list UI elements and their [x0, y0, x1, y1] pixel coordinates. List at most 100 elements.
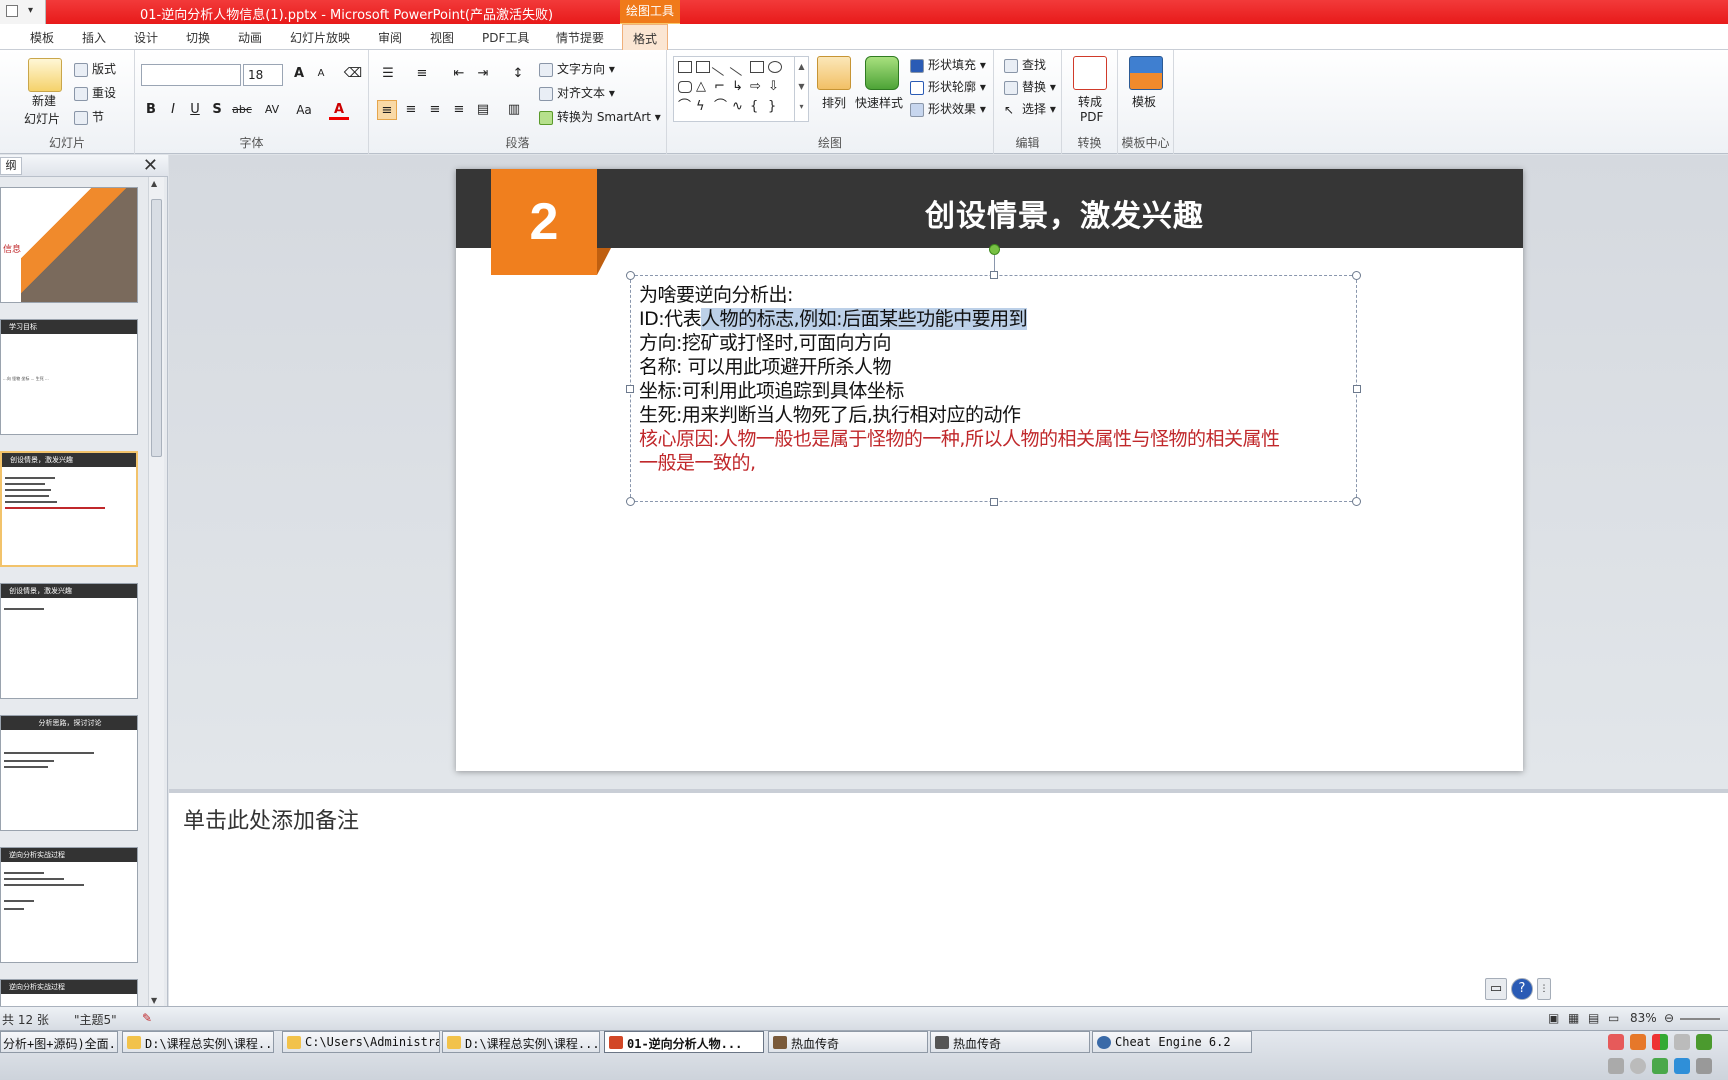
app-icon[interactable]	[6, 5, 18, 17]
tab-insert[interactable]: 插入	[82, 29, 106, 46]
grow-font-button[interactable]: A	[289, 64, 309, 84]
tray-icon-9[interactable]	[1674, 1058, 1690, 1074]
tray-icon-2[interactable]	[1630, 1034, 1646, 1050]
slide-thumbnail-2[interactable]: 学习目标 ...向 怪物 坐标 ... 生死 ...	[0, 319, 138, 435]
resize-handle-t[interactable]	[990, 271, 998, 279]
tab-template[interactable]: 模板	[30, 29, 54, 46]
theme-name[interactable]: "主题5"	[74, 1011, 117, 1028]
select-button[interactable]: ↖ 选择 ▾	[1004, 100, 1056, 117]
to-pdf-label-2[interactable]: PDF	[1080, 110, 1103, 124]
rotation-handle[interactable]	[989, 244, 1000, 255]
gallery-scroll-icon[interactable]: ▲ ▼ ▾	[794, 57, 808, 121]
down-arrow-shape-icon[interactable]: ⇩	[768, 80, 782, 93]
tab-storyboard[interactable]: 情节提要	[556, 29, 604, 46]
line-shape-icon[interactable]	[711, 58, 731, 76]
textbox-shape-icon[interactable]	[678, 61, 692, 73]
curved-connector-icon[interactable]: ↳	[732, 80, 746, 93]
shadow-button[interactable]: S	[207, 100, 227, 120]
text-line-3[interactable]: 方向:挖矿或打怪时,可面向方向	[639, 328, 891, 355]
thumbnail-scrollbar[interactable]: ▲ ▼	[148, 177, 164, 1007]
resize-handle-tr[interactable]	[1352, 271, 1361, 280]
align-right-icon[interactable]: ≡	[425, 100, 445, 120]
decrease-indent-icon[interactable]: ⇤	[449, 64, 469, 84]
columns-icon[interactable]: ▥	[501, 100, 527, 120]
font-size-combo[interactable]: 18	[243, 64, 283, 86]
arc-shape-icon[interactable]: ⌒	[714, 100, 728, 113]
scrollbar-thumb[interactable]	[151, 199, 162, 457]
taskbar-item-4[interactable]: D:\课程总实例\课程...	[442, 1031, 600, 1053]
template-button[interactable]: 模板	[1132, 93, 1156, 110]
tray-icon-1[interactable]	[1608, 1034, 1624, 1050]
reading-view-icon[interactable]: ▤	[1588, 1011, 1599, 1025]
slide-thumbnail-5[interactable]: 分析思路，探讨讨论	[0, 715, 138, 831]
lightning-shape-icon[interactable]: ϟ	[696, 100, 710, 113]
text-line-4[interactable]: 名称: 可以用此项避开所杀人物	[639, 352, 891, 379]
slide-title[interactable]: 创设情景，激发兴趣	[606, 191, 1523, 235]
tab-view[interactable]: 视图	[430, 29, 454, 46]
quick-styles-button[interactable]: 快速样式	[855, 94, 903, 111]
pdf-icon[interactable]	[1073, 56, 1107, 90]
customize-quick-access-icon[interactable]: ▾	[28, 5, 38, 17]
scroll-down-icon[interactable]: ▼	[151, 996, 157, 1005]
text-line-2[interactable]: ID:代表人物的标志,例如:后面某些功能中要用到	[639, 304, 1028, 331]
resize-handle-l[interactable]	[626, 385, 634, 393]
notes-more-icon[interactable]: ⋮	[1537, 978, 1551, 1000]
resize-handle-tl[interactable]	[626, 271, 635, 280]
tab-slideshow[interactable]: 幻灯片放映	[290, 29, 350, 46]
justify-icon[interactable]: ≡	[449, 100, 469, 120]
arrange-icon[interactable]	[817, 56, 851, 90]
zoom-out-icon[interactable]: ⊖	[1664, 1011, 1674, 1025]
distribute-icon[interactable]: ▤	[473, 100, 493, 120]
elbow-connector-icon[interactable]: ⌐	[714, 80, 728, 93]
zoom-slider[interactable]	[1680, 1018, 1720, 1020]
find-button[interactable]: 查找	[1004, 56, 1046, 73]
line-spacing-icon[interactable]: ↕	[505, 64, 531, 84]
tab-review[interactable]: 审阅	[378, 29, 402, 46]
tab-pdf-tools[interactable]: PDF工具	[482, 29, 529, 46]
resize-handle-b[interactable]	[990, 498, 998, 506]
font-name-combo[interactable]	[141, 64, 241, 86]
tray-icon-3[interactable]	[1652, 1034, 1668, 1050]
taskbar-item-2[interactable]: D:\课程总实例\课程...	[122, 1031, 274, 1053]
slide-sorter-icon[interactable]: ▦	[1568, 1011, 1579, 1025]
close-pane-icon[interactable]: ✕	[143, 155, 158, 177]
slide-thumbnail-6[interactable]: 逆向分析实战过程	[0, 847, 138, 963]
bold-button[interactable]: B	[141, 100, 161, 120]
underline-button[interactable]: U	[185, 100, 205, 120]
tray-icon-8[interactable]	[1652, 1058, 1668, 1074]
taskbar-item-1[interactable]: 分析+图+源码)全面...	[0, 1031, 118, 1053]
notes-placeholder[interactable]: 单击此处添加备注	[183, 803, 359, 835]
resize-handle-br[interactable]	[1352, 497, 1361, 506]
tray-icon-5[interactable]	[1696, 1034, 1712, 1050]
increase-indent-icon[interactable]: ⇥	[473, 64, 493, 84]
tab-design[interactable]: 设计	[134, 29, 158, 46]
numbering-icon[interactable]: ≡	[409, 64, 435, 84]
vertical-textbox-shape-icon[interactable]	[696, 61, 710, 73]
right-arrow-shape-icon[interactable]: ⇨	[750, 80, 764, 93]
slide-thumbnail-7[interactable]: 逆向分析实战过程	[0, 979, 138, 1007]
zoom-level[interactable]: 83%	[1630, 1011, 1657, 1025]
text-line-6[interactable]: 生死:用来判断当人物死了后,执行相对应的动作	[639, 400, 1021, 427]
strikethrough-button[interactable]: abc	[229, 100, 255, 120]
shape-outline-button[interactable]: 形状轮廓 ▾	[910, 78, 986, 95]
template-icon[interactable]	[1129, 56, 1163, 90]
shape-fill-button[interactable]: 形状填充 ▾	[910, 56, 986, 73]
left-brace-shape-icon[interactable]: {	[750, 100, 764, 113]
notes-scanner-icon[interactable]: ▭	[1485, 978, 1507, 1000]
arrange-button[interactable]: 排列	[822, 94, 846, 111]
text-line-5[interactable]: 坐标:可利用此项追踪到具体坐标	[639, 376, 904, 403]
align-text-button[interactable]: 对齐文本 ▾	[539, 84, 615, 101]
curve-shape-icon[interactable]: ∿	[732, 100, 746, 113]
layout-button[interactable]: 版式	[74, 60, 116, 77]
right-brace-shape-icon[interactable]: }	[768, 100, 782, 113]
shape-effects-button[interactable]: 形状效果 ▾	[910, 100, 986, 117]
tab-format[interactable]: 格式	[622, 24, 669, 51]
taskbar-item-3[interactable]: C:\Users\Administra...	[282, 1031, 440, 1053]
freeform-shape-icon[interactable]: ⌒	[678, 100, 692, 113]
shapes-gallery[interactable]: △ ⌐ ↳ ⇨ ⇩ ⌒ ϟ ⌒ ∿ { } ▲ ▼ ▾	[673, 56, 809, 122]
tray-icon-7[interactable]	[1630, 1058, 1646, 1074]
change-case-button[interactable]: Aa	[291, 100, 317, 120]
arrow-shape-icon[interactable]	[729, 58, 749, 76]
bullets-icon[interactable]: ☰	[375, 64, 401, 84]
italic-button[interactable]: I	[163, 100, 183, 120]
